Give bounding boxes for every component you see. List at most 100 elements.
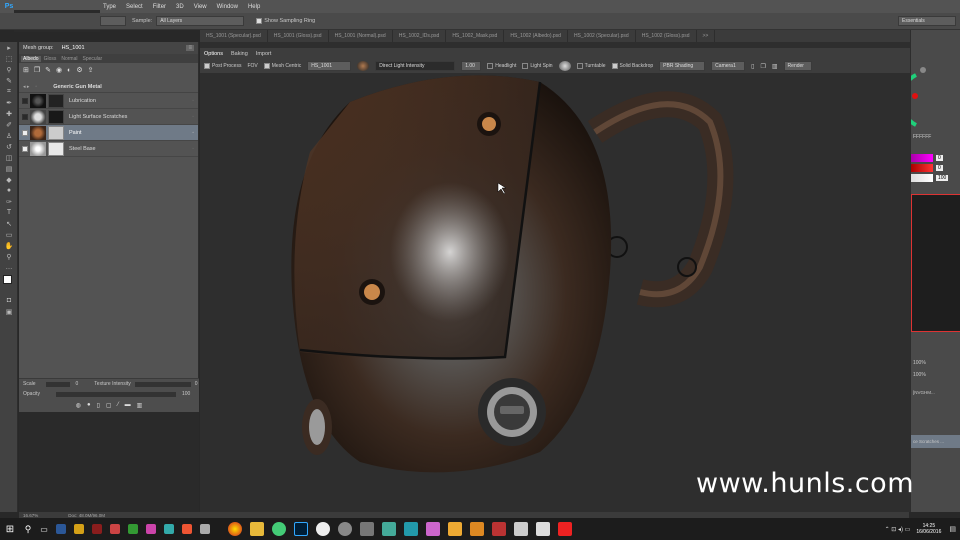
scale-value[interactable]: 0 [76,381,79,387]
menu-3d[interactable]: 3D [171,4,189,10]
quick-select-tool-icon[interactable]: ✎ [0,75,18,86]
eraser-tool-icon[interactable]: ◫ [0,152,18,163]
post-process-toggle[interactable]: Post Process [204,63,241,69]
lasso-tool-icon[interactable]: ϙ [0,64,18,75]
menu-help[interactable]: Help [243,4,265,10]
color-wheel[interactable] [898,30,960,130]
app-tray-icon[interactable] [128,524,138,534]
healing-tool-icon[interactable]: ✚ [0,108,18,119]
more-tools-icon[interactable]: … [0,262,18,273]
channel-b-value[interactable]: 100 [936,175,949,181]
visibility-checkbox[interactable] [22,145,28,152]
type-tool-icon[interactable]: T [0,207,18,218]
doc-tab[interactable]: HS_1002_Mask.psd [446,30,505,42]
search-icon[interactable]: ⚲ [20,524,36,535]
solid-backdrop-checkbox[interactable] [611,63,618,69]
system-tray-icons[interactable]: ⌃ ⊡ ◂) ▭ [885,526,911,533]
screen-mode-icon[interactable]: ▣ [0,306,18,317]
tab-import[interactable]: Import [252,51,276,57]
app-icon[interactable] [272,522,286,536]
pen-tool-icon[interactable]: ✑ [0,196,18,207]
light-intensity-value[interactable]: 1.00 [461,61,482,71]
fx-icon[interactable]: ◍ [76,402,81,409]
brush-icon[interactable]: ⁄ [118,402,119,408]
light-spin-checkbox[interactable] [522,63,529,69]
hex-value[interactable]: FFFFFF [911,134,960,140]
pct-2[interactable]: 100% [911,372,960,378]
stamp-tool-icon[interactable]: ♙ [0,130,18,141]
sample-select[interactable]: All Layers [156,16,245,26]
layer-row-lubrication[interactable]: Lubrication ◦ [19,93,198,109]
mesh-centric-checkbox[interactable] [263,63,270,69]
layer-lock-icon[interactable]: ◦ [192,146,194,152]
tab-baking[interactable]: Baking [227,51,252,57]
menu-type[interactable]: Type [98,4,121,10]
app-icon[interactable] [536,522,550,536]
app-icon[interactable] [448,522,462,536]
clock[interactable]: 14:25 16/06/2016 [916,523,941,535]
trash-icon[interactable]: ▥ [137,402,143,409]
color-swatches[interactable] [0,273,17,295]
collapse-icon[interactable]: ◂ ▸ [23,84,29,90]
file-explorer-icon[interactable] [250,522,264,536]
fill-icon[interactable]: ◉ [56,66,62,74]
save-icon[interactable]: ▯ [751,63,754,70]
sample-size-select[interactable] [100,16,126,26]
navigator-preview[interactable] [911,194,960,332]
solid-backdrop-toggle[interactable]: Solid Backdrop [611,63,653,69]
channel-g-value[interactable]: 0 [936,165,943,171]
visibility-checkbox[interactable] [22,129,28,136]
brush-tool-icon[interactable]: ✐ [0,119,18,130]
menu-filter[interactable]: Filter [148,4,171,10]
mesh-centric-toggle[interactable]: Mesh Centric [263,63,301,69]
move-tool-icon[interactable]: ▸ [0,42,18,53]
new-icon[interactable]: ▢ [106,402,112,409]
layer-ref[interactable]: [NVGHM... [911,390,960,395]
add-layer-icon[interactable]: ⊞ [23,66,29,74]
visibility-checkbox[interactable] [22,97,28,104]
doc-tab[interactable]: HS_1001 (Specular).psd [200,30,268,42]
gradient-tool-icon[interactable]: ▤ [0,163,18,174]
app-icon[interactable] [514,522,528,536]
tab-specular[interactable]: Specular [80,56,104,62]
menu-select[interactable]: Select [121,4,148,10]
tab-normal[interactable]: Normal [59,56,79,62]
delete-icon[interactable]: ▥ [772,63,778,70]
circle-icon[interactable]: ● [87,402,91,408]
marquee-tool-icon[interactable]: ⬚ [0,53,18,64]
render-button[interactable]: Render [783,61,812,71]
settings-icon[interactable]: ⚙ [76,66,82,74]
app-icon[interactable] [470,522,484,536]
scratches-ref[interactable]: ce Scratches ... [911,435,960,448]
layer-lock-icon[interactable]: ◦ [192,98,194,104]
app-icon[interactable] [426,522,440,536]
camera-select[interactable]: Camera1 [711,61,746,71]
tab-gloss[interactable]: Gloss [42,56,59,62]
zoom-level[interactable]: 16.67% [23,513,38,518]
visibility-checkbox[interactable] [22,113,28,120]
export-icon[interactable]: ⇪ [88,66,94,74]
hand-tool-icon[interactable]: ✋ [0,240,18,251]
doc-tab[interactable]: HS_1002 (Gloss).psd [636,30,697,42]
mask-icon[interactable]: ◐ [67,67,71,74]
app-tray-icon[interactable] [110,524,120,534]
layer-row-paint[interactable]: Paint ◦ [19,125,198,141]
blur-tool-icon[interactable]: ◆ [0,174,18,185]
turntable-checkbox[interactable] [576,63,583,69]
pct-1[interactable]: 100% [911,360,960,366]
texture-intensity-value[interactable]: 0 [195,381,198,387]
light-sphere-icon[interactable] [357,61,370,71]
tab-albedo[interactable]: Albedo [21,55,41,62]
layer-row-scratches[interactable]: Light Surface Scratches ◦ [19,109,198,125]
app-tray-icon[interactable] [164,524,174,534]
app-tray-icon[interactable] [56,524,66,534]
zoom-tool-icon[interactable]: ⚲ [0,251,18,262]
headlight-checkbox[interactable] [487,63,494,69]
doc-tab[interactable]: HS_1001 (Gloss).psd [268,30,329,42]
app-tray-icon[interactable] [92,524,102,534]
copy-icon[interactable]: ❐ [760,63,765,70]
channel-r-bar[interactable] [911,154,933,162]
turntable-toggle[interactable]: Turntable [576,63,606,69]
scale-slider[interactable] [45,381,70,387]
tabs-overflow-button[interactable]: >> [697,30,716,42]
